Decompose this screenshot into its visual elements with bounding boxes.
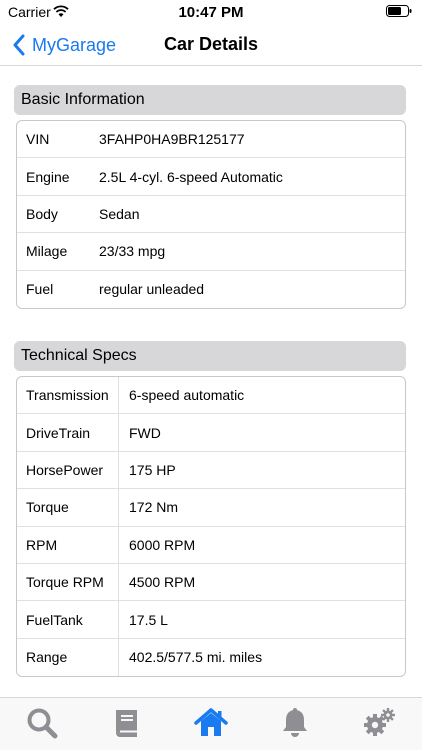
bell-icon [283, 708, 307, 737]
row-value: FWD [129, 424, 161, 441]
row-label: Fuel [26, 281, 54, 298]
table-row: DriveTrain FWD [17, 414, 405, 452]
table-row: Milage 23/33 mpg [17, 233, 405, 271]
navigation-bar: MyGarage Car Details [0, 24, 422, 66]
table-row: Fuel regular unleaded [17, 271, 405, 308]
basic-info-card: VIN 3FAHP0HA9BR125177 Engine 2.5L 4-cyl.… [16, 120, 406, 309]
row-value: 3FAHP0HA9BR125177 [99, 131, 245, 148]
row-label: VIN [26, 131, 50, 148]
row-label: Milage [26, 243, 68, 260]
row-value: 6-speed automatic [129, 387, 245, 404]
row-value: 2.5L 4-cyl. 6-speed Automatic [99, 168, 283, 185]
status-bar: Carrier 10:47 PM [0, 0, 422, 24]
status-time: 10:47 PM [178, 4, 244, 21]
battery-icon [386, 5, 412, 17]
tech-specs-card: Transmission 6-speed automatic DriveTrai… [16, 376, 406, 678]
basic-info-header: Basic Information [14, 85, 406, 115]
tab-settings[interactable] [362, 706, 396, 740]
table-row: Torque RPM 4500 RPM [17, 563, 405, 602]
tech-specs-header: Technical Specs [14, 341, 406, 371]
table-row: Torque 172 Nm [17, 489, 405, 527]
row-label: Torque RPM [17, 563, 119, 601]
row-label: FuelTank [17, 601, 119, 638]
row-value: 6000 RPM [129, 536, 196, 553]
row-label: Torque [17, 489, 119, 526]
search-icon [27, 708, 58, 739]
table-row: Body Sedan [17, 196, 405, 234]
tab-search[interactable] [25, 706, 59, 740]
tab-notifications[interactable] [278, 706, 312, 740]
table-row: Engine 2.5L 4-cyl. 6-speed Automatic [17, 158, 405, 196]
gears-icon [364, 708, 395, 736]
row-label: Engine [26, 168, 70, 185]
row-value: 17.5 L [129, 611, 168, 628]
row-label: Range [17, 638, 119, 677]
row-value: Sedan [99, 205, 140, 222]
row-value: 402.5/577.5 mi. miles [129, 649, 263, 666]
row-value: 175 HP [129, 461, 176, 478]
table-row: Range 402.5/577.5 mi. miles [17, 638, 405, 677]
home-icon [194, 708, 228, 736]
row-value: 172 Nm [129, 499, 179, 516]
row-value: regular unleaded [99, 281, 205, 298]
row-label: DriveTrain [17, 414, 119, 451]
table-row: VIN 3FAHP0HA9BR125177 [17, 121, 405, 159]
row-label: Body [26, 205, 58, 222]
tab-bar [0, 697, 422, 750]
book-icon [116, 710, 137, 737]
row-label: RPM [17, 526, 119, 563]
page-title: Car Details [163, 34, 259, 54]
row-label: HorsePower [17, 451, 119, 489]
table-row: HorsePower 175 HP [17, 451, 405, 490]
row-value: 4500 RPM [129, 574, 196, 591]
table-row: RPM 6000 RPM [17, 526, 405, 564]
tab-home[interactable] [194, 706, 228, 740]
table-row: Transmission 6-speed automatic [17, 377, 405, 415]
tab-book[interactable] [110, 706, 144, 740]
row-label: Transmission [17, 377, 119, 414]
row-value: 23/33 mpg [99, 243, 166, 260]
table-row: FuelTank 17.5 L [17, 601, 405, 639]
